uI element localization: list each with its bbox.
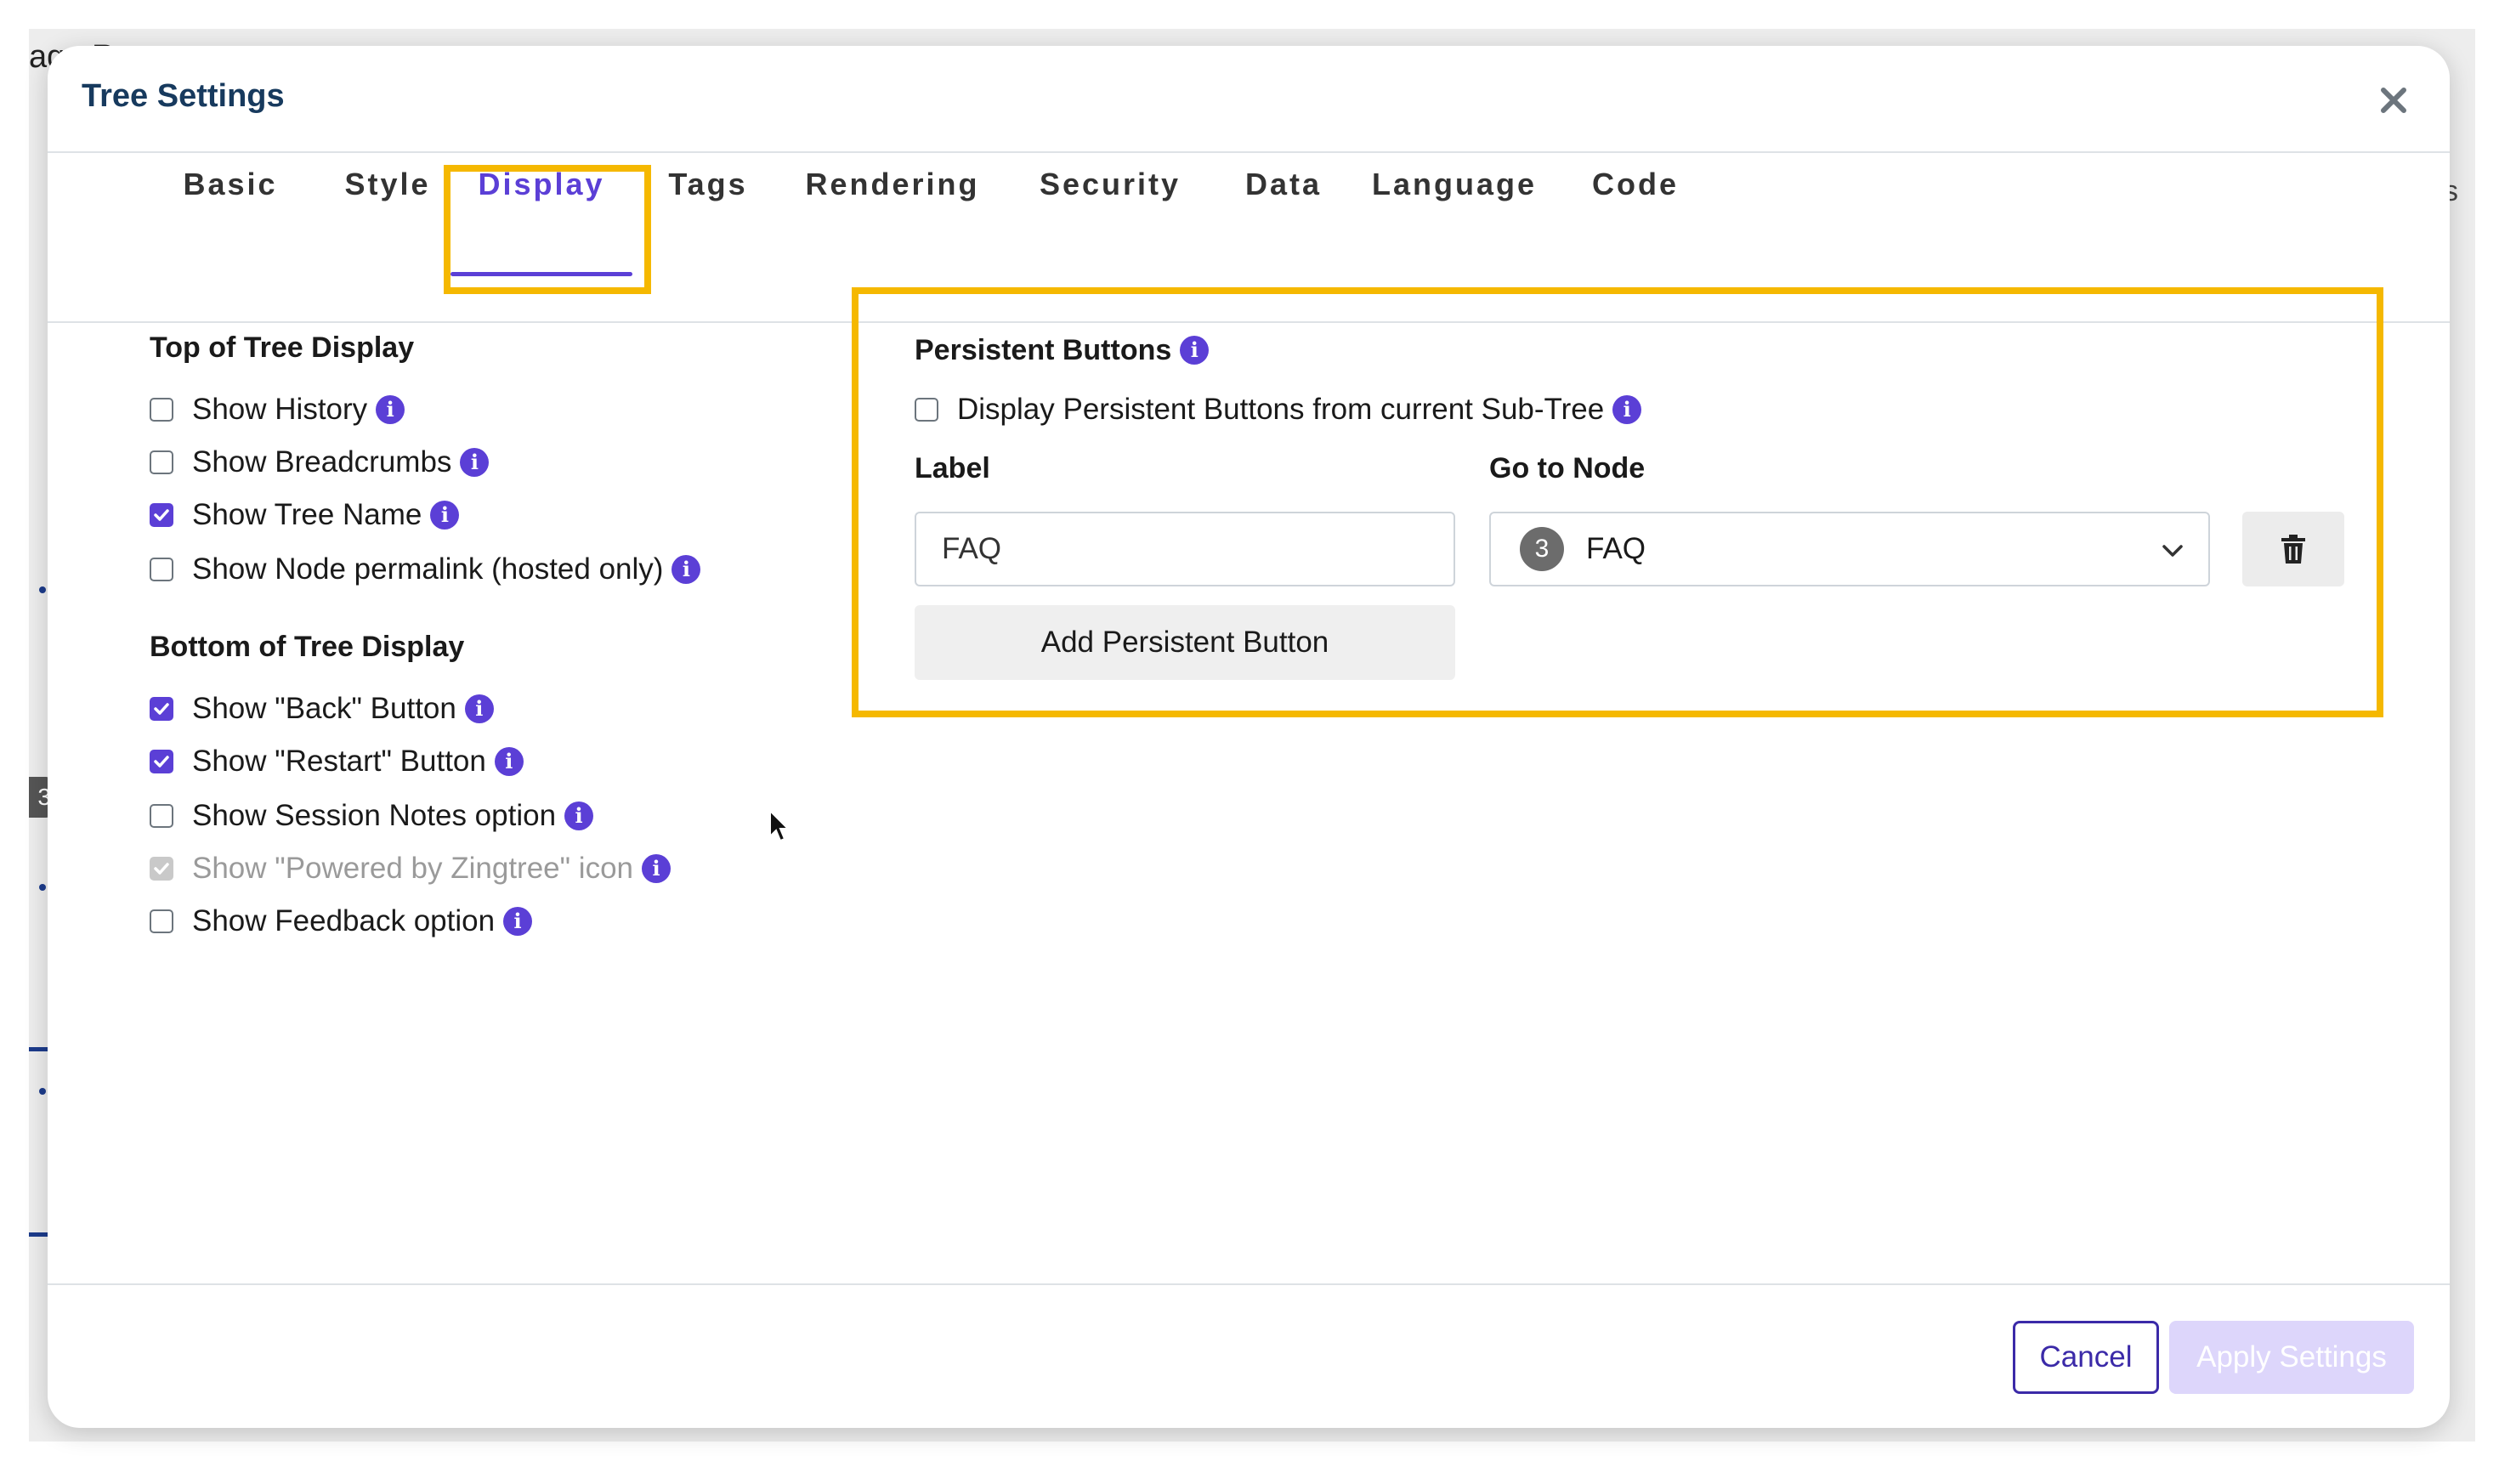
- background-bar: [29, 1047, 48, 1051]
- delete-persistent-button[interactable]: [2242, 512, 2344, 586]
- modal-title: Tree Settings: [82, 78, 285, 114]
- info-icon[interactable]: i: [494, 747, 524, 776]
- show-restart-button-checkbox[interactable]: [150, 750, 173, 773]
- option-label: Show Node permalink (hosted only): [192, 552, 664, 586]
- show-tree-name-checkbox[interactable]: [150, 503, 173, 527]
- info-icon[interactable]: i: [564, 801, 594, 830]
- option-label: Display Persistent Buttons from current …: [957, 393, 1605, 426]
- option-label: Show Feedback option: [192, 904, 496, 937]
- trash-icon: [2281, 535, 2305, 564]
- option-label: Show "Powered by Zingtree" icon: [192, 852, 634, 885]
- persistent-buttons-title: Persistent Buttons: [915, 333, 1172, 366]
- info-icon[interactable]: i: [1612, 395, 1642, 424]
- show-breadcrumbs-checkbox[interactable]: [150, 450, 173, 474]
- show-session-notes-checkbox[interactable]: [150, 804, 173, 828]
- option-label: Show Breadcrumbs: [192, 445, 452, 479]
- tab-tags[interactable]: Tags: [660, 153, 756, 216]
- option-show-session-notes[interactable]: Show Session Notes option i: [150, 797, 594, 835]
- option-show-history[interactable]: Show History i: [150, 391, 405, 428]
- cancel-button[interactable]: Cancel: [2013, 1321, 2159, 1394]
- option-subtree-persistent[interactable]: Display Persistent Buttons from current …: [915, 391, 1642, 428]
- mouse-cursor-icon: [769, 809, 790, 842]
- info-icon[interactable]: i: [376, 395, 405, 424]
- info-icon[interactable]: i: [672, 555, 701, 584]
- tree-settings-modal: Tree Settings Basic Style Display Tags R…: [48, 46, 2450, 1428]
- tab-style[interactable]: Style: [328, 153, 447, 216]
- persistent-buttons-header: Persistent Buttons i: [915, 331, 1210, 369]
- option-label: Show "Back" Button: [192, 692, 456, 725]
- background-dot: [39, 884, 46, 891]
- option-show-feedback[interactable]: Show Feedback option i: [150, 903, 533, 940]
- option-show-back-button[interactable]: Show "Back" Button i: [150, 690, 494, 728]
- show-node-permalink-checkbox[interactable]: [150, 558, 173, 581]
- tab-code[interactable]: Code: [1578, 153, 1693, 216]
- show-feedback-checkbox[interactable]: [150, 909, 173, 933]
- persistent-button-label-input[interactable]: [915, 512, 1455, 586]
- tab-basic[interactable]: Basic: [175, 153, 286, 216]
- tab-data[interactable]: Data: [1229, 153, 1338, 216]
- subtree-persistent-checkbox[interactable]: [915, 398, 938, 422]
- tab-rendering[interactable]: Rendering: [801, 153, 984, 216]
- tab-security[interactable]: Security: [1022, 153, 1198, 216]
- checkmark-icon: [154, 509, 169, 521]
- option-show-restart-button[interactable]: Show "Restart" Button i: [150, 743, 524, 780]
- go-to-node-column-header: Go to Node: [1489, 452, 1646, 484]
- checkmark-icon: [154, 756, 169, 767]
- show-history-checkbox[interactable]: [150, 398, 173, 422]
- background-bar: [29, 1232, 48, 1237]
- chevron-down-icon: [2162, 545, 2183, 557]
- show-powered-by-checkbox: [150, 857, 173, 881]
- top-display-title: Top of Tree Display: [150, 331, 415, 364]
- modal-header: Tree Settings: [48, 46, 2450, 153]
- option-label: Show Session Notes option: [192, 799, 557, 832]
- selected-node-value: FAQ: [1586, 532, 1646, 565]
- add-persistent-button[interactable]: Add Persistent Button: [915, 605, 1455, 680]
- info-icon[interactable]: i: [642, 854, 672, 883]
- background-dot: [39, 586, 46, 593]
- info-icon[interactable]: i: [1180, 336, 1210, 365]
- option-show-powered-by: Show "Powered by Zingtree" icon i: [150, 850, 672, 887]
- checkmark-icon: [154, 863, 169, 875]
- option-label: Show Tree Name: [192, 498, 422, 531]
- node-number-badge: 3: [1520, 527, 1564, 571]
- checkmark-icon: [154, 703, 169, 715]
- tab-language[interactable]: Language: [1363, 153, 1545, 216]
- display-tab-highlight: [444, 165, 651, 294]
- info-icon[interactable]: i: [460, 448, 490, 477]
- apply-settings-button[interactable]: Apply Settings: [2169, 1321, 2414, 1394]
- info-icon[interactable]: i: [464, 694, 494, 723]
- info-icon[interactable]: i: [430, 501, 460, 530]
- option-show-breadcrumbs[interactable]: Show Breadcrumbs i: [150, 444, 490, 481]
- option-show-tree-name[interactable]: Show Tree Name i: [150, 496, 460, 534]
- background-dot: [39, 1088, 46, 1095]
- label-column-header: Label: [915, 452, 990, 484]
- option-show-node-permalink[interactable]: Show Node permalink (hosted only) i: [150, 551, 701, 588]
- show-back-button-checkbox[interactable]: [150, 697, 173, 721]
- option-label: Show History: [192, 393, 368, 426]
- close-button[interactable]: [2368, 75, 2419, 126]
- go-to-node-select[interactable]: 3 FAQ: [1489, 512, 2210, 586]
- bottom-display-title: Bottom of Tree Display: [150, 631, 465, 663]
- info-icon[interactable]: i: [503, 907, 533, 936]
- option-label: Show "Restart" Button: [192, 745, 486, 778]
- close-icon: [2381, 88, 2406, 113]
